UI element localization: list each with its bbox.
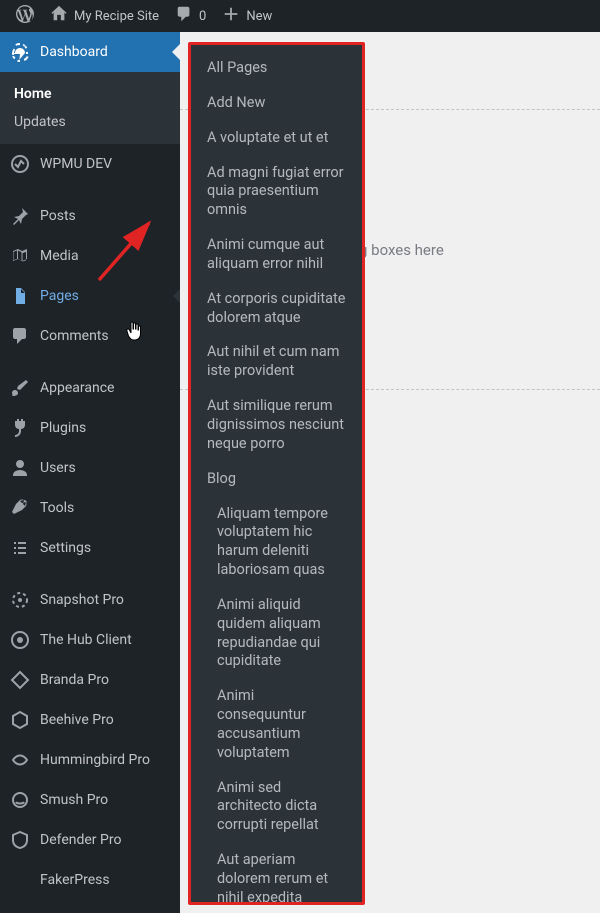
dashboard-icon (10, 42, 30, 62)
fakerpress-label: FakerPress (40, 872, 110, 888)
hummingbird-label: Hummingbird Pro (40, 752, 150, 768)
branda-label: Branda Pro (40, 672, 109, 688)
plugins-label: Plugins (40, 420, 86, 436)
flyout-add-new[interactable]: Add New (191, 86, 362, 121)
flyout-page-item[interactable]: Ad magni fugiat error quia praesentium o… (191, 156, 362, 229)
comments-label: Comments (40, 328, 109, 344)
hexagon-icon (10, 710, 30, 730)
media-icon (10, 246, 30, 266)
submenu-home[interactable]: Home (0, 80, 180, 108)
wpmudev-icon (10, 154, 30, 174)
flyout-page-item[interactable]: At corporis cupiditate dolorem atque (191, 282, 362, 336)
sidebar-item-wpmudev[interactable]: WPMU DEV (0, 144, 180, 184)
flyout-page-child[interactable]: Animi sed architecto dicta corrupti repe… (191, 771, 362, 844)
page-icon (10, 286, 30, 306)
sidebar-item-settings[interactable]: Settings (0, 528, 180, 568)
hummingbird-icon (10, 750, 30, 770)
flyout-page-item[interactable]: A voluptate et ut et (191, 121, 362, 156)
wp-logo[interactable] (8, 0, 42, 32)
diamond-icon (10, 670, 30, 690)
comment-icon (10, 326, 30, 346)
sidebar-item-fakerpress[interactable]: FakerPress (0, 860, 180, 900)
media-label: Media (40, 248, 79, 264)
home-icon (50, 5, 68, 27)
sliders-icon (10, 538, 30, 558)
submenu-updates[interactable]: Updates (0, 108, 180, 136)
defender-label: Defender Pro (40, 832, 121, 848)
wpmudev-label: WPMU DEV (40, 156, 112, 172)
appearance-label: Appearance (40, 380, 114, 396)
sidebar-item-dashboard[interactable]: Dashboard (0, 32, 180, 72)
admin-bar: My Recipe Site 0 New (0, 0, 600, 32)
sidebar-item-beehive[interactable]: Beehive Pro (0, 700, 180, 740)
flyout-page-blog[interactable]: Blog (191, 462, 362, 497)
sidebar-item-pages[interactable]: Pages (0, 276, 180, 316)
pages-flyout: All Pages Add New A voluptate et ut et A… (188, 42, 365, 905)
smush-icon (10, 790, 30, 810)
dashboard-label: Dashboard (40, 44, 108, 60)
users-label: Users (40, 460, 76, 476)
sidebar-item-hummingbird[interactable]: Hummingbird Pro (0, 740, 180, 780)
sidebar-item-branda[interactable]: Branda Pro (0, 660, 180, 700)
comment-bubble-icon (175, 5, 193, 27)
flyout-page-item[interactable]: Animi cumque aut aliquam error nihil (191, 228, 362, 282)
sidebar-item-tools[interactable]: Tools (0, 488, 180, 528)
sidebar-item-media[interactable]: Media (0, 236, 180, 276)
new-content-label: New (246, 9, 272, 24)
plug-icon (10, 418, 30, 438)
user-icon (10, 458, 30, 478)
flyout-page-child[interactable]: Aut aperiam dolorem rerum et nihil exped… (191, 843, 362, 905)
sidebar-item-users[interactable]: Users (0, 448, 180, 488)
wrench-icon (10, 498, 30, 518)
pin-icon (10, 206, 30, 226)
hub-icon (10, 630, 30, 650)
sidebar-item-hubclient[interactable]: The Hub Client (0, 620, 180, 660)
sidebar-item-posts[interactable]: Posts (0, 196, 180, 236)
site-name-text: My Recipe Site (74, 9, 159, 24)
flyout-page-child[interactable]: Animi consequuntur accusantium voluptate… (191, 679, 362, 770)
flyout-page-item[interactable]: Aut similique rerum dignissimos nesciunt… (191, 389, 362, 462)
sidebar-item-snapshot[interactable]: Snapshot Pro (0, 580, 180, 620)
smush-label: Smush Pro (40, 792, 108, 808)
pages-label: Pages (40, 288, 79, 304)
shield-icon (10, 830, 30, 850)
sidebar-item-smush[interactable]: Smush Pro (0, 780, 180, 820)
wordpress-logo-icon (16, 5, 34, 27)
comment-count: 0 (199, 9, 206, 24)
sidebar-item-defender[interactable]: Defender Pro (0, 820, 180, 860)
beehive-label: Beehive Pro (40, 712, 114, 728)
flyout-page-child[interactable]: Aliquam tempore voluptatem hic harum del… (191, 497, 362, 588)
brush-icon (10, 378, 30, 398)
settings-label: Settings (40, 540, 91, 556)
new-content[interactable]: New (214, 0, 280, 32)
comments-indicator[interactable]: 0 (167, 0, 214, 32)
snapshot-label: Snapshot Pro (40, 592, 124, 608)
dashboard-submenu: Home Updates (0, 72, 180, 144)
sidebar-item-appearance[interactable]: Appearance (0, 368, 180, 408)
flyout-page-child[interactable]: Animi aliquid quidem aliquam repudiandae… (191, 588, 362, 679)
hubclient-label: The Hub Client (40, 632, 132, 648)
snapshot-icon (10, 590, 30, 610)
posts-label: Posts (40, 208, 76, 224)
site-name[interactable]: My Recipe Site (42, 0, 167, 32)
flyout-all-pages[interactable]: All Pages (191, 51, 362, 86)
flyout-page-item[interactable]: Aut nihil et cum nam iste provident (191, 335, 362, 389)
admin-sidebar: Dashboard Home Updates WPMU DEV Posts Me… (0, 32, 180, 913)
tools-label: Tools (40, 500, 74, 516)
empty-icon (10, 870, 30, 890)
sidebar-item-comments[interactable]: Comments (0, 316, 180, 356)
plus-icon (222, 5, 240, 27)
sidebar-item-plugins[interactable]: Plugins (0, 408, 180, 448)
